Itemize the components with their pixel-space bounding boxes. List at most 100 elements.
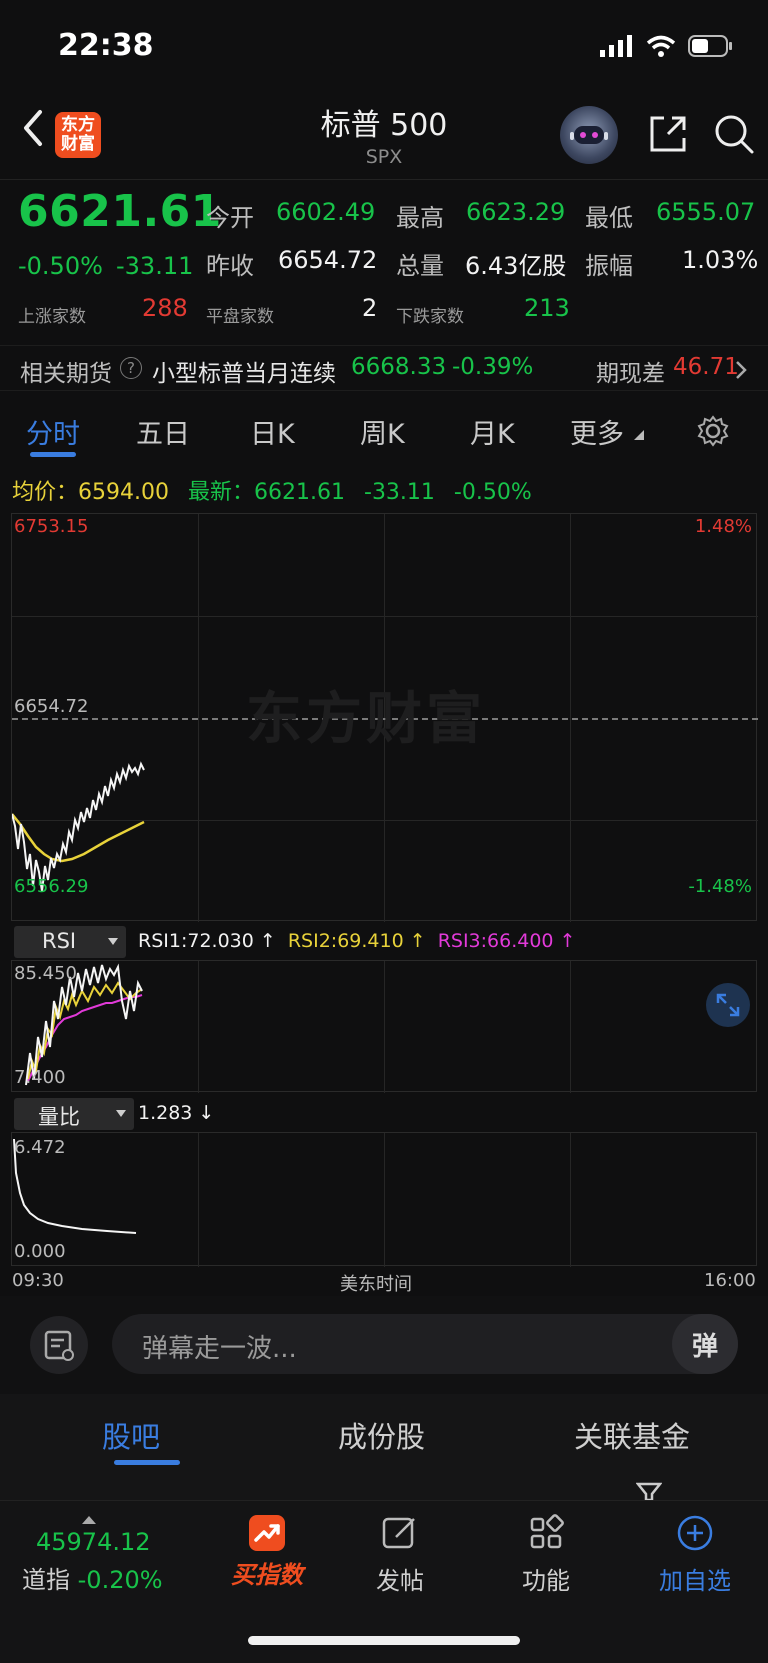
tab-five-day[interactable]: 五日 [136,412,190,451]
y-axis-bottom: 6556.29 [14,876,89,897]
up-count-label: 上涨家数 [18,307,86,327]
ai-assistant-button[interactable] [560,106,618,164]
signal-icon [600,35,632,57]
tab-constituents[interactable]: 成份股 [338,1414,425,1456]
pct-axis-bottom: -1.48% [688,876,752,897]
low-value: 6555.07 [656,198,756,226]
app-header: 东方 财富 标普 500 SPX [0,88,768,180]
volume-ratio-chart[interactable]: 6.472 0.000 [11,1132,757,1267]
active-section-indicator [114,1460,180,1465]
rsi-select-label: RSI [42,929,77,953]
tab-monthly-k[interactable]: 月K [470,412,515,451]
buy-index-button[interactable]: 买指数 [212,1513,322,1590]
danmu-toggle-label: 弹 [691,1331,718,1362]
forum-sort-row [0,1466,768,1500]
vol-select-label: 量比 [38,1105,80,1129]
expand-icon [716,993,740,1017]
change-value: -33.11 [116,252,194,280]
wifi-icon [646,35,676,57]
futures-pct: -0.39% [452,354,534,380]
share-icon [650,116,686,152]
status-icons [600,34,734,58]
latest-pct: -0.50% [453,480,532,505]
basis-label: 期现差 [596,361,665,387]
x-axis-mid: 美东时间 [340,1274,412,1295]
dow-value: 45974.12 [36,1528,151,1556]
vol-y-bottom: 0.000 [14,1241,66,1262]
danmu-toggle-button[interactable]: 弹 [672,1314,738,1374]
dow-index-widget[interactable]: 45974.12 道指 -0.20% [22,1509,172,1595]
filter-icon[interactable] [636,1482,662,1500]
flat-count: 2 [362,294,378,322]
help-icon[interactable]: ? [120,357,142,379]
danmu-bar: 弹幕走一波... 弹 [0,1296,768,1394]
avg-price-line [12,813,145,863]
section-tabs: 股吧 成份股 关联基金 [0,1394,768,1466]
tab-daily-k[interactable]: 日K [250,412,295,451]
down-count-label: 下跌家数 [396,307,464,327]
robot-icon [570,126,608,144]
intraday-chart[interactable]: 东方财富 6753.15 6654.72 6556.29 1.48% -1.48… [11,513,758,922]
trend-up-icon [249,1515,285,1551]
amplitude-label: 振幅 [585,252,633,280]
dropdown-arrow-icon [116,1110,126,1117]
price-lines [12,761,145,892]
add-watchlist-button[interactable]: 加自选 [640,1513,750,1596]
avg-label: 均价： [12,480,79,505]
vol-y-top: 6.472 [14,1137,66,1158]
add-watchlist-label: 加自选 [659,1567,731,1595]
dow-name: 道指 [22,1566,70,1594]
dow-pct: -0.20% [77,1566,163,1594]
post-label: 发帖 [376,1567,424,1595]
prev-close-label: 昨收 [206,252,254,280]
settings-gear-icon[interactable] [696,414,730,448]
related-futures-row[interactable]: 相关期货 ? 小型标普当月连续 6668.33 -0.39% 期现差 46.71 [0,345,768,391]
dropdown-corner-icon [634,430,644,440]
danmu-input[interactable]: 弹幕走一波... 弹 [112,1314,738,1374]
tab-weekly-k[interactable]: 周K [360,412,405,451]
rsi-chart[interactable]: 85.450 7.400 [11,960,757,1093]
last-price-line [12,761,145,892]
danmu-placeholder: 弹幕走一波... [142,1334,297,1364]
share-button[interactable] [646,112,690,156]
futures-label: 相关期货 [20,361,112,387]
danmu-list-button[interactable] [30,1316,88,1374]
rsi-y-top: 85.450 [14,963,77,984]
chart-period-tabs: 分时 五日 日K 周K 月K 更多 [0,400,768,460]
post-button[interactable]: 发帖 [350,1513,450,1596]
rsi-lines [25,963,143,1086]
x-axis-end: 16:00 [704,1270,756,1291]
y-axis-mid: 6654.72 [14,696,89,717]
plus-circle-icon [677,1515,713,1551]
up-count: 288 [142,294,188,322]
volume-label: 总量 [396,252,444,280]
low-label: 最低 [585,204,633,232]
search-icon [715,115,754,154]
change-pct: -0.50% [18,252,103,280]
chart-info-row: 均价：6594.00 最新：6621.61 -33.11 -0.50% [12,474,532,506]
futures-value: 6668.33 [351,354,447,380]
high-value: 6623.29 [466,198,566,226]
function-button[interactable]: 功能 [496,1513,596,1596]
volume-ratio-select[interactable]: 量比 [14,1098,134,1130]
battery-icon [688,35,732,57]
search-button[interactable] [712,112,756,156]
y-axis-top: 6753.15 [14,516,89,537]
tab-more[interactable]: 更多 [570,412,624,451]
tab-intraday[interactable]: 分时 [26,412,80,451]
volume-ratio-line [13,1138,137,1234]
latest-change: -33.11 [364,480,435,505]
tab-related-funds[interactable]: 关联基金 [574,1414,690,1456]
volume-value: 6.43亿股 [465,252,567,280]
buy-index-label: 买指数 [231,1561,303,1589]
rsi-indicator-select[interactable]: RSI [14,926,126,958]
chevron-right-icon [736,361,747,379]
grid-apps-icon [530,1514,564,1549]
expand-chart-button[interactable] [706,983,750,1027]
open-label: 今开 [206,204,254,232]
high-label: 最高 [396,204,444,232]
flat-count-label: 平盘家数 [206,307,274,327]
tab-stock-forum[interactable]: 股吧 [102,1414,160,1456]
caret-up-icon [82,1516,96,1524]
dropdown-arrow-icon [108,938,118,945]
